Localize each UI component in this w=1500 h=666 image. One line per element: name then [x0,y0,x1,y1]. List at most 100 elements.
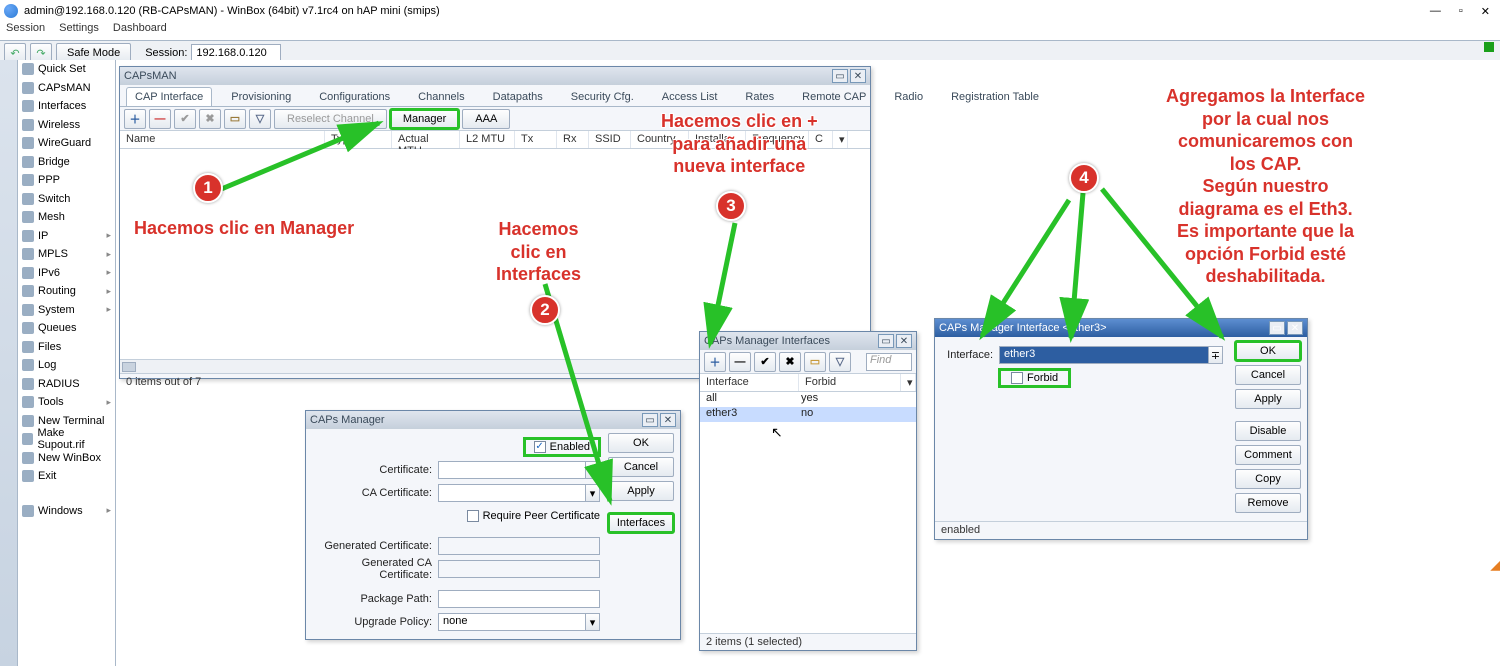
sidebar-item[interactable]: CAPsMAN [18,79,115,98]
filter-icon[interactable]: ▽ [829,352,851,372]
col-forbid[interactable]: Forbid [799,374,901,391]
tab-item[interactable]: CAP Interface [126,87,212,106]
tab-item[interactable]: Access List [653,87,727,106]
menu-settings[interactable]: Settings [59,22,99,40]
enabled-checkbox-group[interactable]: ✓ Enabled [524,438,600,456]
sidebar-item[interactable]: Quick Set [18,60,115,79]
sidebar-item[interactable]: Log [18,356,115,375]
column-header[interactable]: C [809,131,833,148]
require-peer-group[interactable]: Require Peer Certificate [467,510,600,522]
column-menu-icon[interactable]: ▾ [833,131,848,148]
maximize-icon[interactable]: ▫ [1459,5,1463,18]
window-minimize-icon[interactable]: ▭ [1269,321,1285,335]
filter-icon[interactable]: ▽ [249,109,271,129]
package-path-input[interactable] [438,590,600,608]
add-icon[interactable]: ＋ [124,109,146,129]
ca-certificate-input[interactable] [438,484,586,502]
col-interface[interactable]: Interface [700,374,799,391]
sidebar-item[interactable]: IP▸ [18,227,115,246]
column-header[interactable]: SSID [589,131,631,148]
comment-icon[interactable]: ▭ [804,352,826,372]
sidebar-item[interactable]: MPLS▸ [18,245,115,264]
sidebar-item[interactable]: Wireless [18,116,115,135]
tab-item[interactable]: Radio [885,87,932,106]
window-close-icon[interactable]: ✕ [896,334,912,348]
disable-icon[interactable]: ✖ [779,352,801,372]
enable-icon[interactable]: ✔ [174,109,196,129]
certificate-input[interactable] [438,461,586,479]
disable-icon[interactable]: ✖ [199,109,221,129]
manager-button[interactable]: Manager [390,109,459,129]
sidebar-item[interactable]: Make Supout.rif [18,430,115,449]
sidebar-item[interactable]: Interfaces [18,97,115,116]
add-icon[interactable]: ＋ [704,352,726,372]
column-header[interactable]: Frequency [746,131,809,148]
sidebar-item[interactable]: New WinBox [18,449,115,468]
forbid-checkbox[interactable] [1011,372,1023,384]
tab-item[interactable]: Configurations [310,87,399,106]
tab-item[interactable]: Channels [409,87,473,106]
minimize-icon[interactable]: — [1430,5,1441,18]
require-peer-checkbox[interactable] [467,510,479,522]
column-header[interactable]: Tx [515,131,557,148]
enable-icon[interactable]: ✔ [754,352,776,372]
upgrade-policy-select[interactable]: none [438,613,586,631]
sidebar-item[interactable]: Mesh [18,208,115,227]
sidebar-item[interactable]: Switch [18,190,115,209]
window-minimize-icon[interactable]: ▭ [878,334,894,348]
table-row[interactable]: all yes [700,392,916,407]
dropdown-icon[interactable]: ∓ [1209,346,1223,364]
dropdown-icon[interactable]: ▾ [586,484,600,502]
close-icon[interactable]: ✕ [1481,5,1490,18]
copy-button[interactable]: Copy [1235,469,1301,489]
sidebar-item[interactable]: RADIUS [18,375,115,394]
tab-item[interactable]: Registration Table [942,87,1048,106]
apply-button[interactable]: Apply [608,481,674,501]
tab-item[interactable]: Datapaths [484,87,552,106]
capsman-list[interactable] [120,149,870,359]
forbid-checkbox-group[interactable]: Forbid [999,369,1070,387]
sidebar-item[interactable]: Windows▸ [18,502,115,521]
sidebar-item[interactable]: IPv6▸ [18,264,115,283]
aaa-button[interactable]: AAA [462,109,510,129]
dropdown-icon[interactable]: ▾ [586,461,600,479]
sidebar-item[interactable]: Exit [18,467,115,486]
sidebar-item[interactable]: Routing▸ [18,282,115,301]
ok-button[interactable]: OK [608,433,674,453]
cancel-button[interactable]: Cancel [1235,365,1301,385]
interface-select[interactable]: ether3 [999,346,1209,364]
sidebar-item[interactable]: WireGuard [18,134,115,153]
reselect-channel-button[interactable]: Reselect Channel [274,109,387,129]
column-header[interactable]: L2 MTU [460,131,515,148]
tab-item[interactable]: Security Cfg. [562,87,643,106]
remove-button[interactable]: Remove [1235,493,1301,513]
column-header[interactable]: Type [325,131,392,148]
tab-item[interactable]: Rates [736,87,783,106]
window-close-icon[interactable]: ✕ [1287,321,1303,335]
sidebar-item[interactable]: Files [18,338,115,357]
column-header[interactable]: Name [120,131,325,148]
ok-button[interactable]: OK [1235,341,1301,361]
sidebar-item[interactable]: Bridge [18,153,115,172]
apply-button[interactable]: Apply [1235,389,1301,409]
find-input[interactable]: Find [866,353,912,371]
table-row[interactable]: ether3 no [700,407,916,422]
menu-session[interactable]: Session [6,22,45,40]
sidebar-item[interactable]: System▸ [18,301,115,320]
tab-item[interactable]: Remote CAP [793,87,875,106]
window-close-icon[interactable]: ✕ [660,413,676,427]
column-header[interactable]: Rx [557,131,589,148]
column-header[interactable]: Country [631,131,689,148]
remove-icon[interactable]: — [149,109,171,129]
menu-dashboard[interactable]: Dashboard [113,22,167,40]
sidebar-item[interactable]: PPP [18,171,115,190]
col-menu-icon[interactable]: ▾ [901,374,916,391]
sidebar-item[interactable]: Tools▸ [18,393,115,412]
interfaces-button[interactable]: Interfaces [608,513,674,533]
comment-button[interactable]: Comment [1235,445,1301,465]
comment-icon[interactable]: ▭ [224,109,246,129]
disable-button[interactable]: Disable [1235,421,1301,441]
window-close-icon[interactable]: ✕ [850,69,866,83]
remove-icon[interactable]: — [729,352,751,372]
tab-item[interactable]: Provisioning [222,87,300,106]
